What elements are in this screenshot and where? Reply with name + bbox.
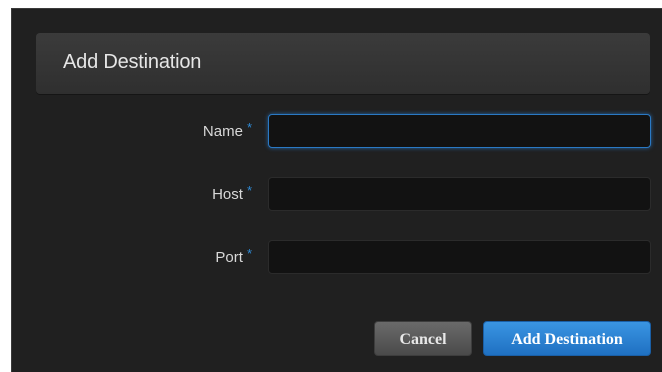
- host-input[interactable]: [268, 177, 651, 211]
- cancel-button[interactable]: Cancel: [374, 321, 472, 356]
- port-label-text: Port: [215, 249, 243, 266]
- host-label: Host *: [12, 183, 252, 203]
- host-label-text: Host: [212, 186, 243, 203]
- name-required-marker: *: [246, 120, 252, 135]
- add-destination-button[interactable]: Add Destination: [483, 321, 651, 356]
- name-label: Name *: [12, 120, 252, 140]
- host-required-marker: *: [246, 183, 252, 198]
- name-label-text: Name: [202, 123, 243, 140]
- dialog-header: Add Destination: [36, 33, 650, 94]
- port-required-marker: *: [246, 246, 252, 261]
- port-input[interactable]: [268, 240, 651, 274]
- port-label: Port *: [12, 246, 252, 266]
- name-input[interactable]: [268, 114, 651, 148]
- add-destination-dialog: Add Destination Name * Host * Port * Cancel…: [11, 8, 662, 372]
- dialog-title: Add Destination: [63, 51, 202, 73]
